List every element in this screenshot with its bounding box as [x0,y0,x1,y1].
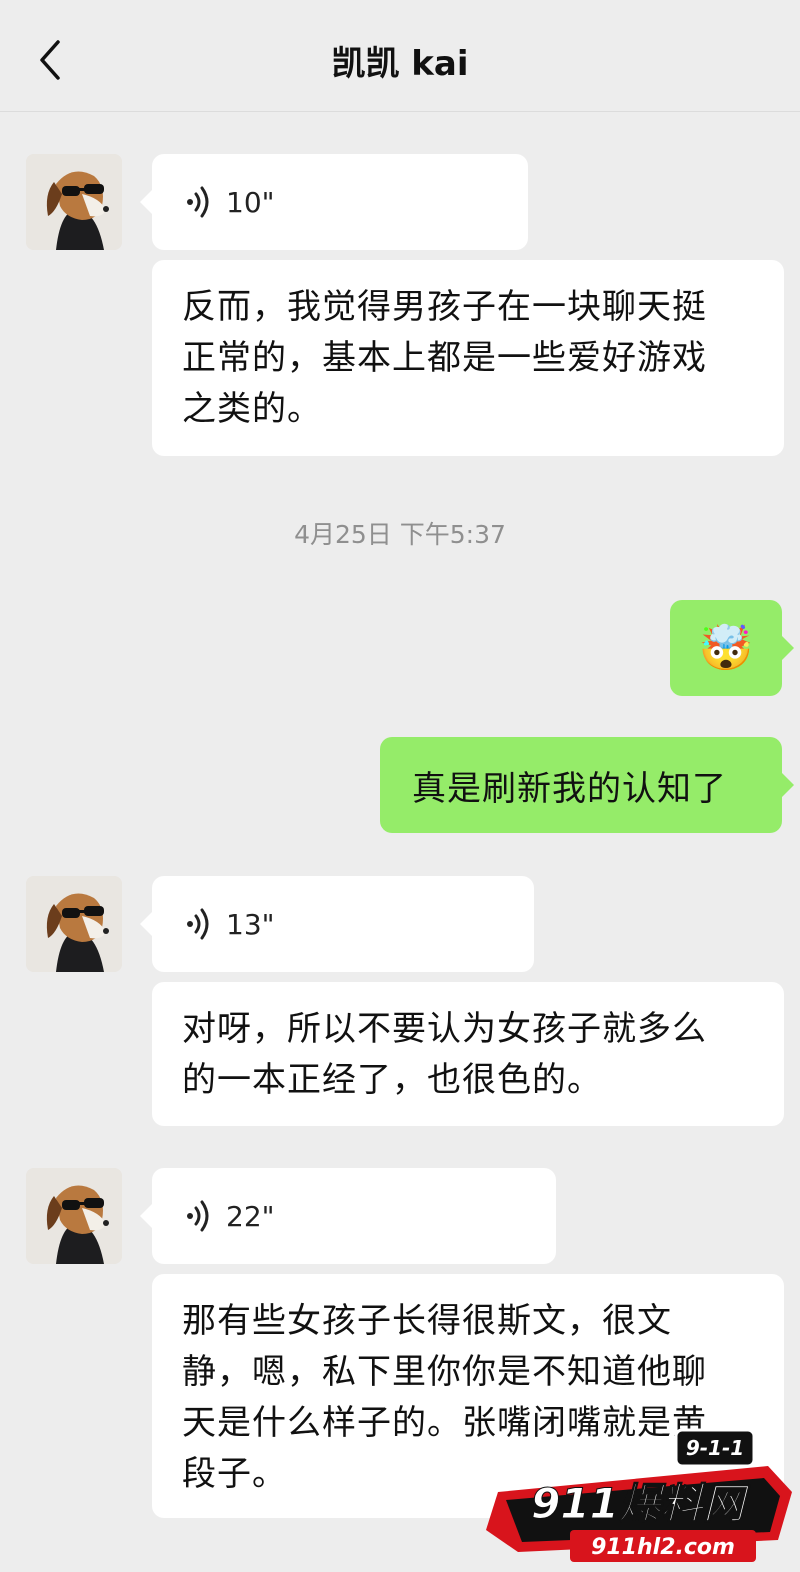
chat-title[interactable]: 凯凯 kai [0,36,800,85]
message-text: 真是刷新我的认知了 [412,768,727,809]
incoming-text-bubble[interactable]: 反而，我觉得男孩子在一块聊天挺 正常的，基本上都是一些爱好游戏 之类的。 [152,260,784,456]
message-line: 反而，我觉得男孩子在一块聊天挺 [182,287,707,327]
voice-wave-icon [187,1200,209,1232]
incoming-text-bubble[interactable]: 对呀，所以不要认为女孩子就多么 的一本正经了，也很色的。 [152,982,784,1126]
outgoing-text-bubble[interactable]: 真是刷新我的认知了 [380,737,794,833]
dog-avatar-icon [26,1168,122,1264]
dog-avatar-icon [26,154,122,250]
contact-avatar[interactable] [26,1168,122,1264]
voice-duration: 10" [226,185,275,219]
message-line: 的一本正经了，也很色的。 [182,1060,602,1100]
watermark-brand: 911爆料网 [531,1479,751,1528]
watermark-badge: 9-1-1 [686,1436,744,1460]
message-line: 正常的，基本上都是一些爱好游戏 [182,338,707,378]
voice-wave-icon [187,186,209,218]
voice-message-bubble[interactable]: 10" [140,154,528,250]
voice-duration: 22" [226,1199,275,1233]
watermark-url: 911hl2.com [591,1535,735,1560]
dog-avatar-icon [26,876,122,972]
voice-message-bubble[interactable]: 22" [140,1168,556,1264]
voice-duration: 13" [226,907,275,941]
voice-message-bubble[interactable]: 13" [140,876,534,972]
contact-avatar[interactable] [26,154,122,250]
exploding-head-emoji: 🤯 [698,623,754,674]
message-line: 那有些女孩子长得很斯文，很文 [182,1301,672,1341]
message-line: 对呀，所以不要认为女孩子就多么 [182,1009,707,1049]
message-line: 之类的。 [182,389,322,429]
voice-wave-icon [187,908,209,940]
watermark-logo: 9-1-1 911爆料网 911hl2.com [478,1422,796,1568]
chat-header: 凯凯 kai [0,0,800,112]
contact-avatar[interactable] [26,876,122,972]
chat-timestamp: 4月25日 下午5:37 [294,520,506,549]
outgoing-emoji-bubble[interactable]: 🤯 [670,600,794,696]
message-line: 静，嗯，私下里你你是不知道他聊 [182,1352,707,1392]
